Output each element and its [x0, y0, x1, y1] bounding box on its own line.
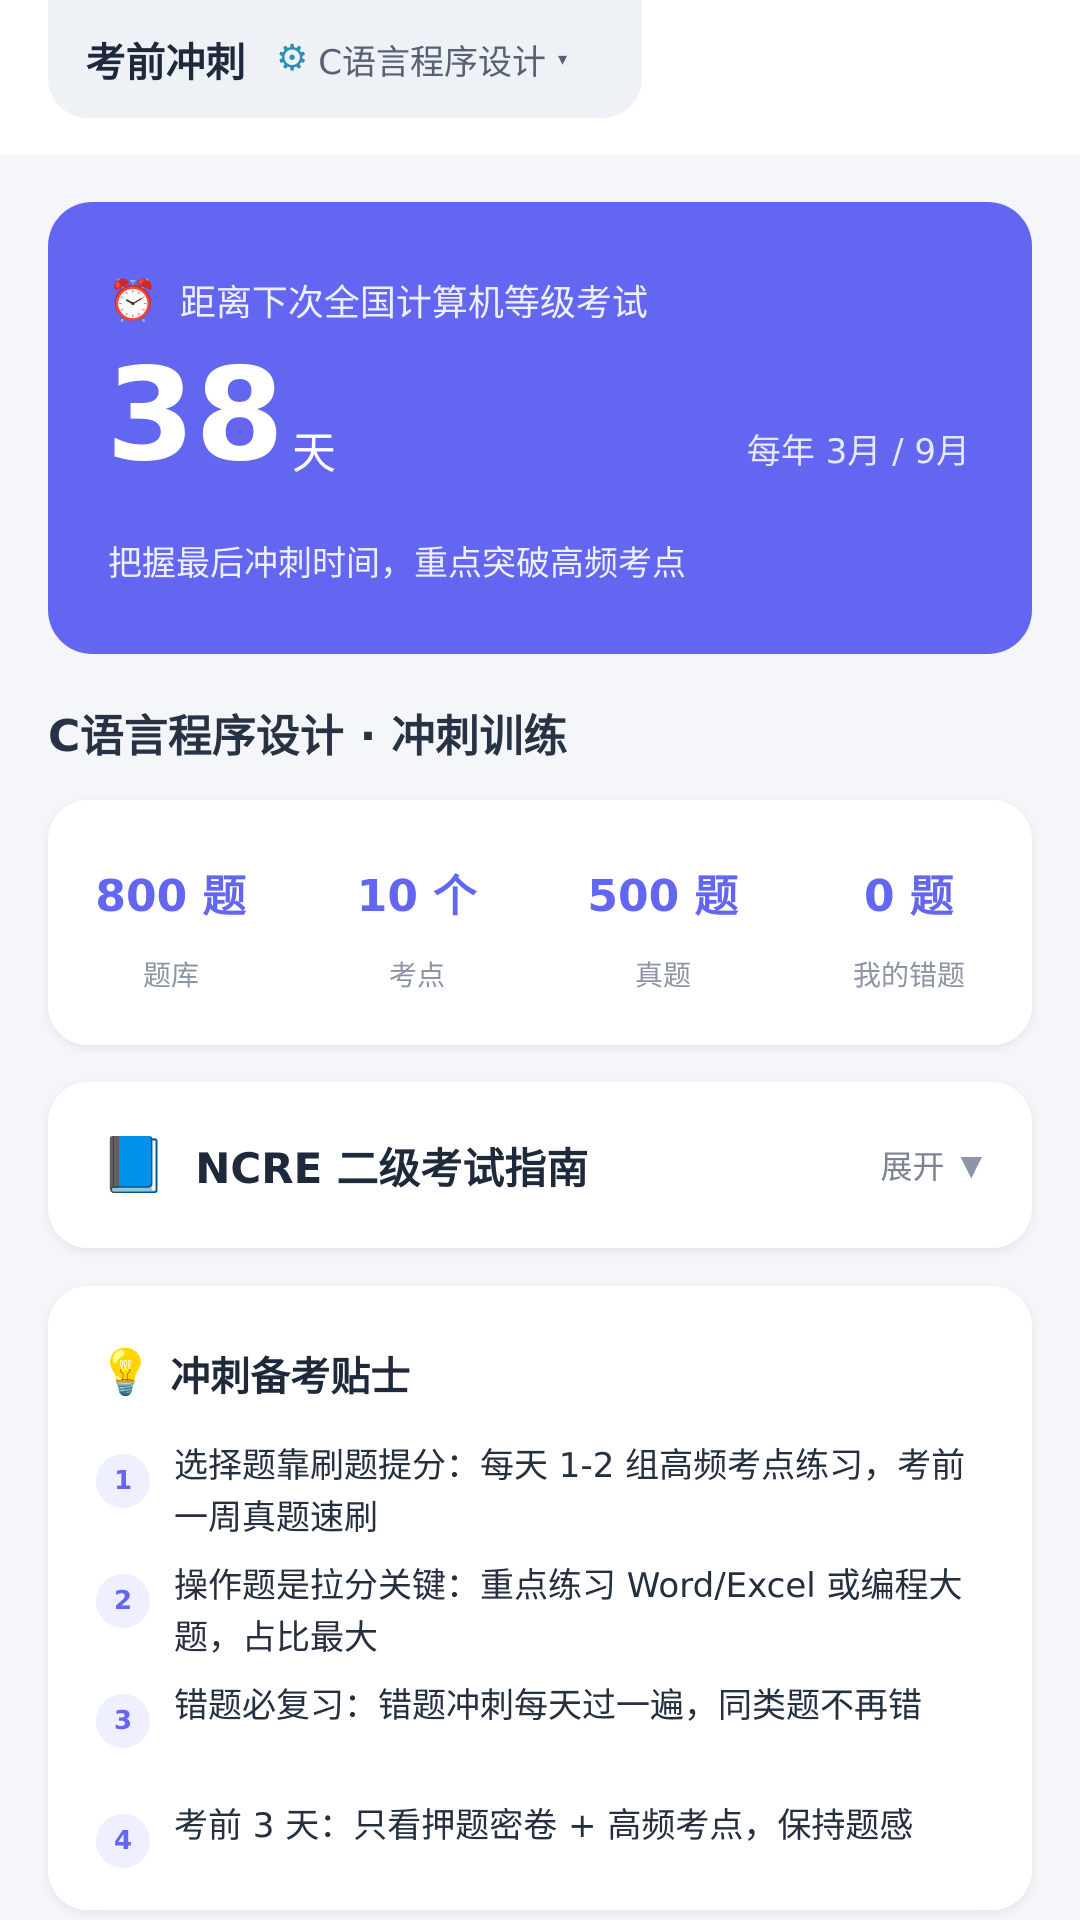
expand-label: 展开 [880, 1148, 945, 1186]
stat-value: 0 题 [864, 871, 954, 922]
tip-number-badge: 4 [96, 1814, 150, 1868]
section-title: C语言程序设计 · 冲刺训练 [48, 711, 568, 762]
tip-number-badge: 1 [96, 1454, 150, 1508]
tips-header: 💡 冲刺备考贴士 [98, 1344, 411, 1402]
subject-selector[interactable]: 考前冲刺 ⚙ C语言程序设计 ▾ [48, 0, 642, 118]
guide-title: NCRE 二级考试指南 [195, 1143, 589, 1193]
tip-text: 考前 3 天：只看押题密卷 + 高频考点，保持题感 [174, 1806, 914, 1846]
tip-item: 4 考前 3 天：只看押题密卷 + 高频考点，保持题感 [96, 1800, 996, 1868]
book-icon: 📘 [100, 1133, 168, 1196]
tip-text: 错题必复习：错题冲刺每天过一遍，同类题不再错 [174, 1686, 922, 1726]
countdown-label-row: ⏰ 距离下次全国计算机等级考试 [108, 274, 648, 326]
tip-text: 选择题靠刷题提分：每天 1-2 组高频考点练习，考前一周真题速刷 [174, 1446, 966, 1538]
subject-dropdown-label[interactable]: C语言程序设计 [318, 35, 546, 84]
stat-label: 考点 [388, 959, 445, 992]
stat-value: 800 题 [95, 871, 247, 922]
stat-value: 500 题 [587, 871, 739, 922]
tips-title: 冲刺备考贴士 [170, 1354, 411, 1400]
stat-label: 题库 [142, 959, 199, 992]
stat-key-points[interactable]: 10 个 考点 [294, 800, 540, 1045]
tip-item: 3 错题必复习：错题冲刺每天过一遍，同类题不再错 [96, 1680, 996, 1748]
stat-label: 真题 [634, 959, 691, 992]
lightbulb-icon: 💡 [98, 1347, 153, 1398]
stat-question-bank[interactable]: 800 题 题库 [48, 800, 294, 1045]
countdown-unit: 天 [292, 428, 336, 479]
countdown-label: 距离下次全国计算机等级考试 [179, 283, 648, 324]
top-bar: 考前冲刺 ⚙ C语言程序设计 ▾ [0, 0, 1080, 155]
alarm-clock-icon: ⏰ [108, 277, 158, 324]
stat-value: 10 个 [356, 871, 478, 922]
stats-card: 800 题 题库 10 个 考点 500 题 真题 0 题 我的错题 [48, 800, 1032, 1045]
triangle-down-icon: ▼ [960, 1148, 982, 1182]
chevron-down-icon: ▾ [558, 48, 568, 70]
tip-number-badge: 3 [96, 1694, 150, 1748]
countdown-days: 38 [106, 341, 285, 490]
stat-label: 我的错题 [852, 959, 965, 992]
exam-schedule: 每年 3月 / 9月 [746, 432, 970, 472]
page-title: 考前冲刺 [86, 40, 246, 86]
tips-card: 💡 冲刺备考贴士 1 选择题靠刷题提分：每天 1-2 组高频考点练习，考前一周真… [48, 1286, 1032, 1910]
exam-guide-card[interactable]: 📘 NCRE 二级考试指南 展开 ▼ [48, 1082, 1032, 1248]
gear-icon: ⚙ [276, 38, 309, 79]
countdown-card: ⏰ 距离下次全国计算机等级考试 38 天 每年 3月 / 9月 把握最后冲刺时间… [48, 202, 1032, 654]
tip-item: 1 选择题靠刷题提分：每天 1-2 组高频考点练习，考前一周真题速刷 [96, 1440, 996, 1544]
tip-number-badge: 2 [96, 1574, 150, 1628]
expand-button[interactable]: 展开 ▼ [880, 1142, 982, 1188]
stat-past-papers[interactable]: 500 题 真题 [540, 800, 786, 1045]
countdown-motto: 把握最后冲刺时间，重点突破高频考点 [108, 544, 686, 584]
tip-item: 2 操作题是拉分关键：重点练习 Word/Excel 或编程大题，占比最大 [96, 1560, 996, 1664]
tip-text: 操作题是拉分关键：重点练习 Word/Excel 或编程大题，占比最大 [174, 1566, 963, 1658]
stat-my-mistakes[interactable]: 0 题 我的错题 [786, 800, 1032, 1045]
